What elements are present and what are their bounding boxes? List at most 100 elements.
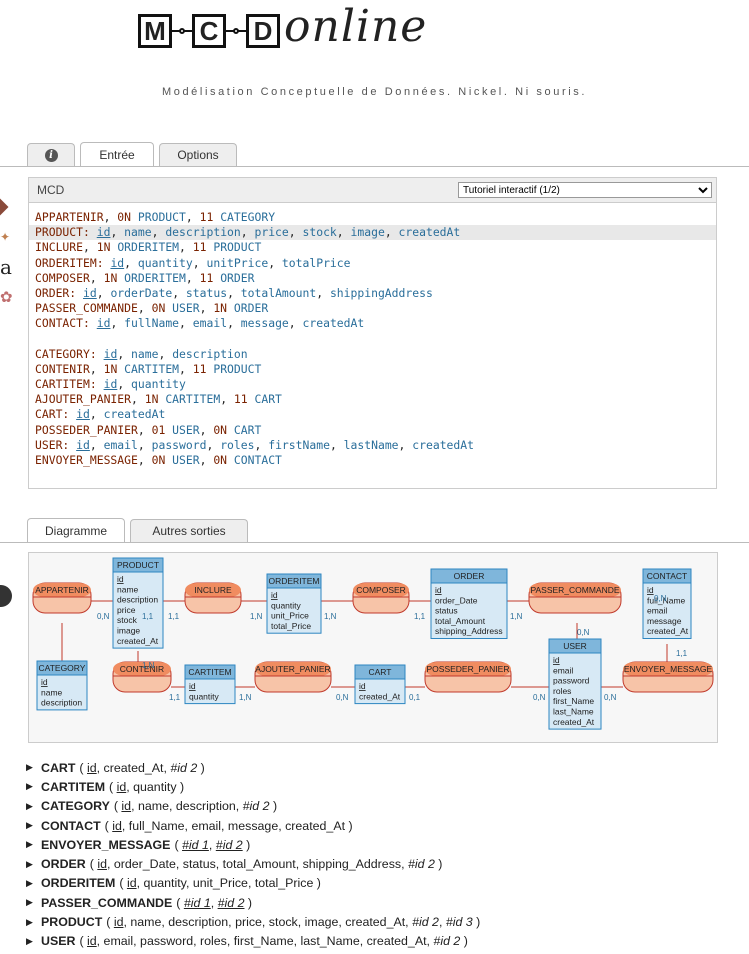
cardinality-label: 1,1 xyxy=(168,612,180,621)
entity-attribute: id xyxy=(553,655,560,665)
mcd-line[interactable]: ORDER: id, orderDate, status, totalAmoun… xyxy=(35,286,716,301)
entity-contact[interactable]: CONTACTidfull_Nameemailmessagecreated_At xyxy=(642,568,692,639)
expand-triangle-icon[interactable]: ▶ xyxy=(26,859,41,870)
association-appartenir[interactable]: APPARTENIR xyxy=(32,582,92,614)
entity-attribute: id xyxy=(117,574,124,584)
relation-row[interactable]: ▶ CONTACT( id, full_Name, email, message,… xyxy=(26,816,480,835)
entity-product[interactable]: PRODUCT idnamedescriptionpricestockimagec… xyxy=(112,557,164,649)
relation-row[interactable]: ▶ ORDERITEM( id, quantity, unit_Price, to… xyxy=(26,874,480,893)
association-composer[interactable]: COMPOSER xyxy=(352,582,410,614)
association-ajouter_panier[interactable]: AJOUTER_PANIER xyxy=(254,661,332,693)
relation-args: ( id, quantity ) xyxy=(109,779,185,794)
relation-name: PASSER_COMMANDE xyxy=(41,895,173,910)
entity-attribute: name xyxy=(41,687,63,697)
mcd-line[interactable]: CARTITEM: id, quantity xyxy=(35,377,716,392)
cardinality-label: 0,N xyxy=(533,693,546,702)
mcd-line[interactable]: USER: id, email, password, roles, firstN… xyxy=(35,438,716,453)
entity-title: ORDERITEM xyxy=(269,576,320,586)
cardinality-label: 1,N xyxy=(142,661,155,670)
entity-attribute: unit_Price xyxy=(271,611,309,621)
mcd-panel-title: MCD xyxy=(37,183,65,197)
mcd-line[interactable]: CONTENIR, 1N CARTITEM, 11 PRODUCT xyxy=(35,362,716,377)
mcd-line[interactable]: COMPOSER, 1N ORDERITEM, 11 ORDER xyxy=(35,271,716,286)
mcd-line[interactable]: ENVOYER_MESSAGE, 0N USER, 0N CONTACT xyxy=(35,453,716,468)
logo-box-m: M xyxy=(138,14,172,48)
association-label: APPARTENIR xyxy=(35,585,89,595)
mocodo-logo[interactable]: M C D online xyxy=(138,5,427,49)
mcd-panel: MCD Tutoriel interactif (1/2) APPARTENIR… xyxy=(28,177,717,489)
mcd-line[interactable]: POSSEDER_PANIER, 01 USER, 0N CART xyxy=(35,423,716,438)
association-posseder_panier[interactable]: POSSEDER_PANIER xyxy=(424,661,512,693)
relation-row[interactable]: ▶ CATEGORY( id, name, description, #id 2 … xyxy=(26,797,480,816)
expand-triangle-icon[interactable]: ▶ xyxy=(26,917,41,928)
relation-row[interactable]: ▶ ENVOYER_MESSAGE( #id 1, #id 2 ) xyxy=(26,835,480,854)
entity-cartitem[interactable]: CARTITEM idquantity xyxy=(184,664,236,705)
mcd-line[interactable]: ORDERITEM: id, quantity, unitPrice, tota… xyxy=(35,256,716,271)
association-passer_commande[interactable]: PASSER_COMMANDE xyxy=(528,582,622,614)
cardinality-label: 1,N xyxy=(324,612,337,621)
side-diamond-icon[interactable] xyxy=(0,195,14,219)
logo-box-c: C xyxy=(192,14,226,48)
relation-args: ( id, name, description, #id 2 ) xyxy=(113,799,278,814)
expand-triangle-icon[interactable]: ▶ xyxy=(26,897,41,908)
association-label: COMPOSER xyxy=(356,585,406,595)
expand-triangle-icon[interactable]: ▶ xyxy=(26,820,41,831)
entity-attribute: description xyxy=(41,698,82,708)
mcd-line[interactable]: AJOUTER_PANIER, 1N CARTITEM, 11 CART xyxy=(35,392,716,407)
association-label: INCLURE xyxy=(194,585,232,595)
relation-row[interactable]: ▶ USER( id, email, password, roles, first… xyxy=(26,932,480,951)
relation-name: ENVOYER_MESSAGE xyxy=(41,837,171,852)
entity-title: CONTACT xyxy=(647,571,687,581)
entity-user[interactable]: USERidemailpasswordrolesfirst_Namelast_N… xyxy=(548,638,602,730)
association-label: POSSEDER_PANIER xyxy=(427,664,510,674)
tab-info[interactable]: i xyxy=(27,143,75,166)
tab-autres-sorties[interactable]: Autres sorties xyxy=(130,519,248,542)
relation-row[interactable]: ▶ PRODUCT( id, name, description, price, … xyxy=(26,912,480,931)
side-sparkle-icon[interactable]: ✦ xyxy=(0,225,14,249)
expand-triangle-icon[interactable]: ▶ xyxy=(26,762,41,773)
cardinality-label: 0,N xyxy=(577,628,590,637)
expand-triangle-icon[interactable]: ▶ xyxy=(26,878,41,889)
mcd-line[interactable]: CART: id, createdAt xyxy=(35,407,716,422)
side-flower-icon[interactable]: ✿ xyxy=(0,285,14,309)
association-inclure[interactable]: INCLURE xyxy=(184,582,242,614)
mcd-line[interactable]: CATEGORY: id, name, description xyxy=(35,347,716,362)
mcd-editor[interactable]: APPARTENIR, 0N PRODUCT, 11 CATEGORY PRODU… xyxy=(29,203,716,468)
tab-diagramme[interactable]: Diagramme xyxy=(27,518,125,543)
mcd-line[interactable]: PASSER_COMMANDE, 0N USER, 1N ORDER xyxy=(35,301,716,316)
side-font-icon[interactable]: a xyxy=(0,255,14,279)
tutorial-select[interactable]: Tutoriel interactif (1/2) xyxy=(458,182,712,198)
relation-row[interactable]: ▶ CART( id, created_At, #id 2 ) xyxy=(26,758,480,777)
entity-category[interactable]: CATEGORY idnamedescription xyxy=(36,660,88,711)
relation-name: USER xyxy=(41,934,76,949)
relation-row[interactable]: ▶ ORDER( id, order_Date, status, total_Am… xyxy=(26,854,480,873)
entity-attribute: quantity xyxy=(271,600,302,610)
entity-attribute: order_Date xyxy=(435,595,478,605)
association-envoyer_message[interactable]: ENVOYER_MESSAGE xyxy=(622,661,714,693)
expand-triangle-icon[interactable]: ▶ xyxy=(26,839,41,850)
mcd-line[interactable]: PRODUCT: id, name, description, price, s… xyxy=(29,225,716,241)
mcd-line[interactable]: INCLURE, 1N ORDERITEM, 11 PRODUCT xyxy=(35,240,716,255)
association-label: AJOUTER_PANIER xyxy=(255,664,330,674)
mcd-line[interactable]: CONTACT: id, fullName, email, message, c… xyxy=(35,316,716,331)
relation-args: ( id, order_Date, status, total_Amount, … xyxy=(89,857,443,872)
expand-triangle-icon[interactable]: ▶ xyxy=(26,936,41,947)
entity-order[interactable]: ORDER idorder_Datestatustotal_Amountshipp… xyxy=(430,568,508,639)
relation-row[interactable]: ▶ CARTITEM( id, quantity ) xyxy=(26,777,480,796)
tab-entree[interactable]: Entrée xyxy=(80,142,154,167)
entity-attribute: id xyxy=(647,585,654,595)
tab-options[interactable]: Options xyxy=(159,143,237,166)
entity-orderitem[interactable]: ORDERITEM idquantityunit_Pricetotal_Price xyxy=(266,573,322,634)
mcd-line[interactable] xyxy=(35,332,716,347)
relation-name: CONTACT xyxy=(41,818,101,833)
side-camera-icon[interactable] xyxy=(0,584,14,608)
entity-attribute: password xyxy=(553,676,590,686)
relation-args: ( id, name, description, price, stock, i… xyxy=(106,915,481,930)
expand-triangle-icon[interactable]: ▶ xyxy=(26,781,41,792)
cardinality-label: 1,1 xyxy=(169,693,181,702)
entity-cart[interactable]: CARTidcreated_At xyxy=(354,664,406,705)
relation-row[interactable]: ▶ PASSER_COMMANDE( #id 1, #id 2 ) xyxy=(26,893,480,912)
expand-triangle-icon[interactable]: ▶ xyxy=(26,801,41,812)
mcd-line[interactable]: APPARTENIR, 0N PRODUCT, 11 CATEGORY xyxy=(35,210,716,225)
cardinality-label: 0,1 xyxy=(409,693,421,702)
